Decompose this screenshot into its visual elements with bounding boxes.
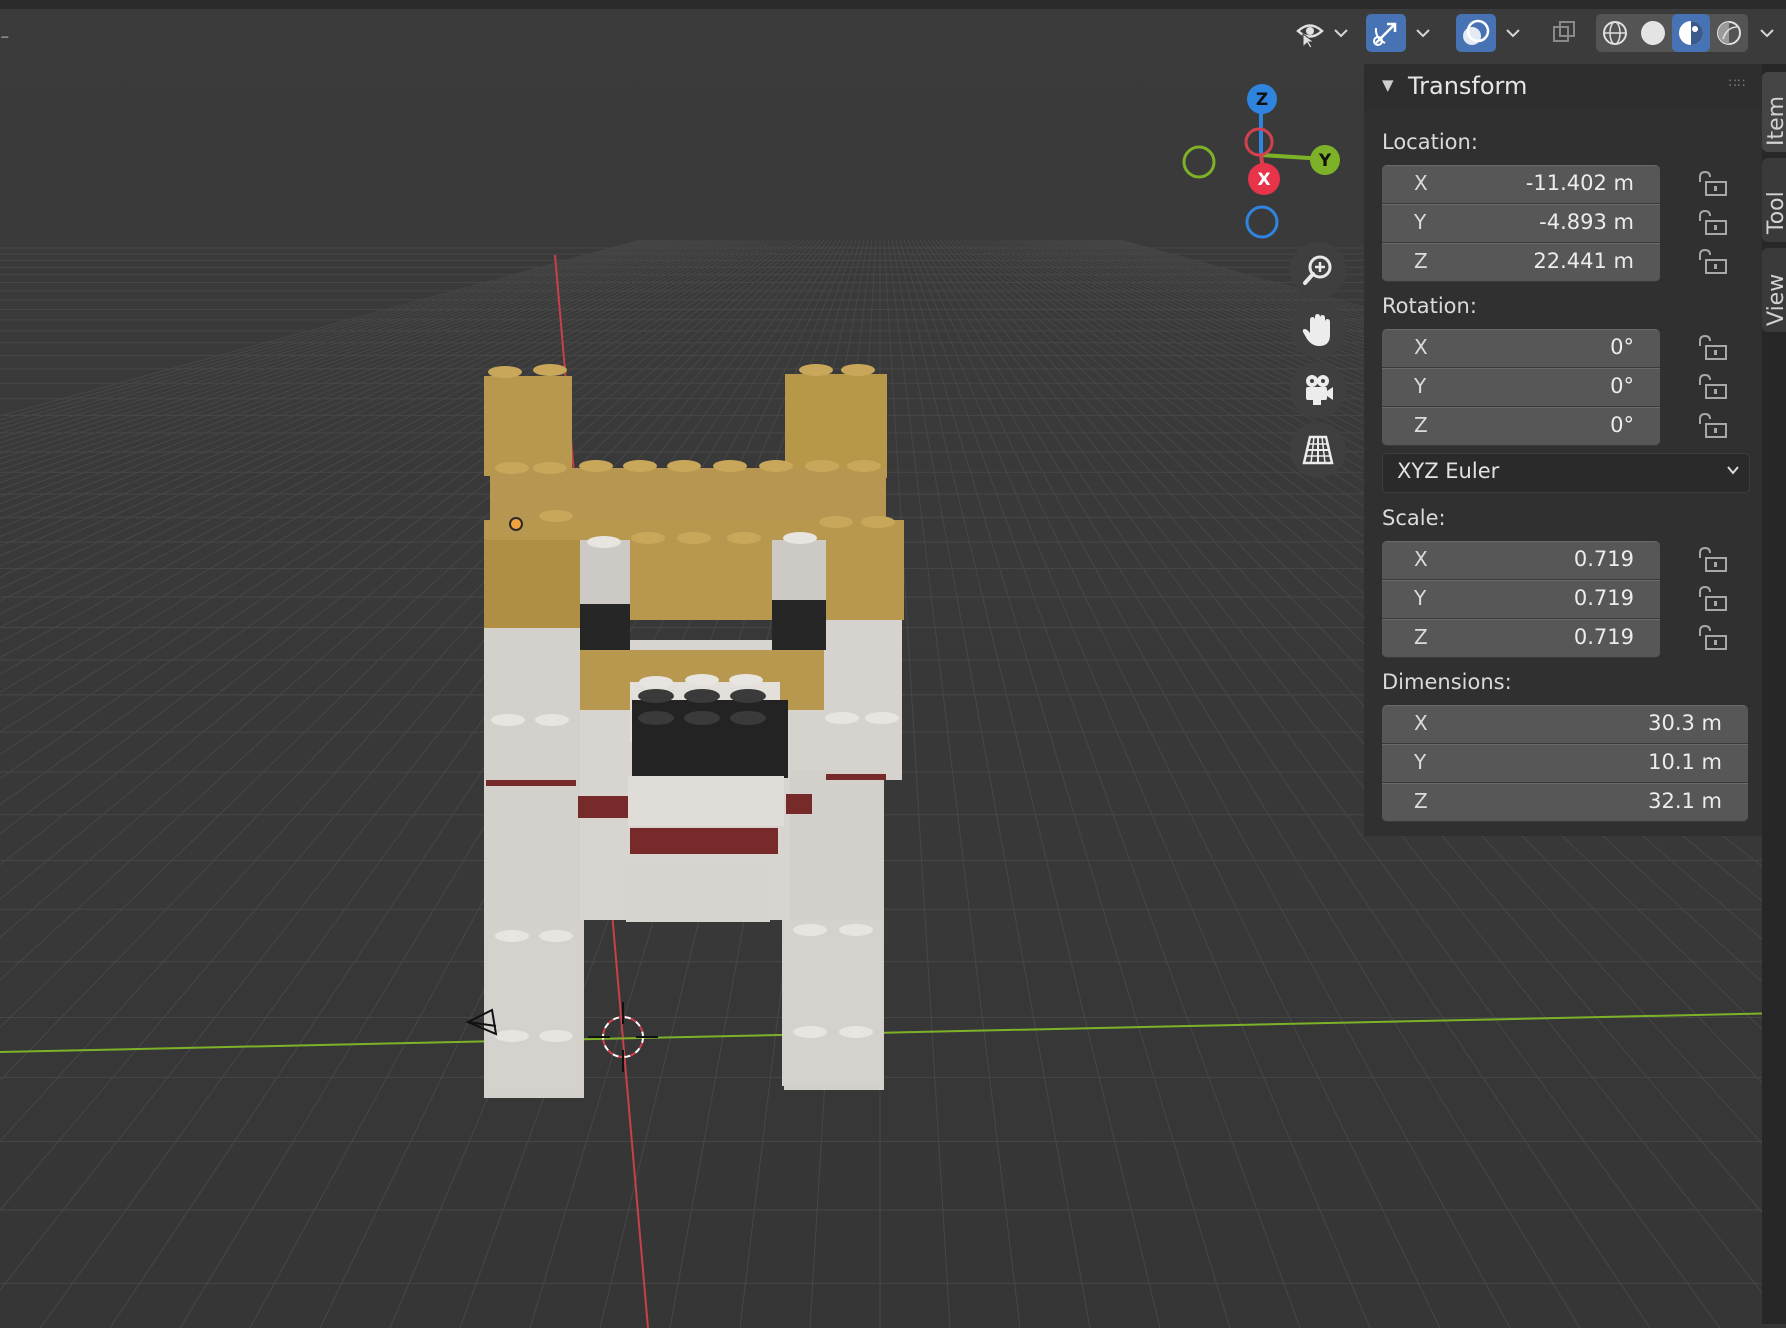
- field-value: 0°: [1610, 374, 1634, 398]
- axis-label: X: [1414, 171, 1428, 195]
- tab-item[interactable]: Item: [1762, 72, 1786, 152]
- lock-location-x-icon[interactable]: [1696, 170, 1730, 198]
- overlays-icon[interactable]: [1456, 14, 1496, 52]
- transform-panel: ▼ Transform ∷∷ Location: X -11.402 m Y -4.…: [1364, 64, 1762, 836]
- chevron-down-icon[interactable]: [1326, 14, 1356, 52]
- tool-settings-toggle-icon[interactable]: ⁻: [0, 30, 10, 51]
- field-value: 30.3 m: [1648, 711, 1722, 735]
- chevron-down-icon[interactable]: [1408, 14, 1438, 52]
- xray-icon[interactable]: [1544, 14, 1584, 52]
- lock-rotation-z-icon[interactable]: [1696, 412, 1730, 440]
- panel-title: Transform: [1408, 72, 1528, 100]
- zoom-icon[interactable]: [1290, 242, 1346, 298]
- field-value: -4.893 m: [1539, 210, 1634, 234]
- tab-label: View: [1764, 273, 1786, 326]
- scale-label: Scale:: [1382, 506, 1446, 530]
- axis-label: Y: [1414, 586, 1427, 610]
- dimensions-label: Dimensions:: [1382, 670, 1512, 694]
- location-x-field[interactable]: X -11.402 m: [1382, 165, 1660, 204]
- rotation-label: Rotation:: [1382, 294, 1477, 318]
- solid-shading-icon[interactable]: [1634, 14, 1672, 52]
- lock-location-z-icon[interactable]: [1696, 248, 1730, 276]
- transform-panel-header[interactable]: ▼ Transform ∷∷: [1364, 64, 1762, 110]
- axis-label: X: [1414, 547, 1428, 571]
- rotation-x-field[interactable]: X 0°: [1382, 329, 1660, 368]
- field-value: 0°: [1610, 335, 1634, 359]
- scale-x-field[interactable]: X 0.719: [1382, 541, 1660, 580]
- axis-label: Z: [1414, 249, 1428, 273]
- wireframe-shading-icon[interactable]: [1596, 14, 1634, 52]
- rendered-shading-icon[interactable]: [1710, 14, 1748, 52]
- lock-rotation-x-icon[interactable]: [1696, 334, 1730, 362]
- top-header-strip: [0, 0, 1786, 9]
- field-value: -11.402 m: [1525, 171, 1634, 195]
- lock-scale-z-icon[interactable]: [1696, 624, 1730, 652]
- field-value: 0.719: [1573, 625, 1634, 649]
- tab-view[interactable]: View: [1762, 248, 1786, 332]
- collapse-triangle-icon[interactable]: ▼: [1382, 76, 1394, 94]
- object-origin-dot: [509, 517, 523, 531]
- tab-label: Item: [1764, 95, 1786, 146]
- axis-label: Z: [1414, 789, 1428, 813]
- field-value: 0.719: [1573, 586, 1634, 610]
- rotation-y-field[interactable]: Y 0°: [1382, 368, 1660, 407]
- chevron-down-icon[interactable]: [1752, 14, 1782, 52]
- dimensions-x-field[interactable]: X 30.3 m: [1382, 705, 1748, 744]
- material-preview-icon[interactable]: [1672, 14, 1710, 52]
- blender-3d-viewport-window: Z Y X ⁻ ▼ Transform ∷∷ Location: X -11.4…: [0, 0, 1786, 1328]
- axis-label: X: [1414, 711, 1428, 735]
- drag-grip-icon[interactable]: ∷∷: [1729, 76, 1746, 90]
- dimensions-y-field[interactable]: Y 10.1 m: [1382, 744, 1748, 783]
- axis-label: Z: [1414, 625, 1428, 649]
- grid-perspective-icon[interactable]: [1290, 422, 1346, 478]
- tab-tool[interactable]: Tool: [1762, 158, 1786, 242]
- field-value: 0°: [1610, 413, 1634, 437]
- lock-scale-x-icon[interactable]: [1696, 546, 1730, 574]
- chevron-down-icon[interactable]: [1498, 14, 1528, 52]
- gizmo-icon[interactable]: [1366, 14, 1406, 52]
- gizmo-x-label: X: [1257, 170, 1270, 190]
- rotation-mode-dropdown[interactable]: XYZ Euler: [1382, 453, 1750, 493]
- camera-icon[interactable]: [1290, 362, 1346, 418]
- chevron-down-icon: [1725, 462, 1741, 482]
- gizmo-y-label: Y: [1318, 151, 1332, 171]
- pan-hand-icon[interactable]: [1290, 302, 1346, 358]
- axis-label: Y: [1414, 374, 1427, 398]
- sidebar-tabs: Item Tool View: [1762, 64, 1786, 1324]
- location-label: Location:: [1382, 130, 1478, 154]
- rotation-mode-value: XYZ Euler: [1397, 459, 1500, 483]
- scale-y-field[interactable]: Y 0.719: [1382, 580, 1660, 619]
- axis-label: Z: [1414, 413, 1428, 437]
- gizmo-z-label: Z: [1256, 90, 1268, 110]
- field-value: 10.1 m: [1648, 750, 1722, 774]
- lock-scale-y-icon[interactable]: [1696, 585, 1730, 613]
- scale-z-field[interactable]: Z 0.719: [1382, 619, 1660, 658]
- axis-label: Y: [1414, 210, 1427, 234]
- field-value: 32.1 m: [1648, 789, 1722, 813]
- field-value: 0.719: [1573, 547, 1634, 571]
- axis-label: X: [1414, 335, 1428, 359]
- axis-label: Y: [1414, 750, 1427, 774]
- location-y-field[interactable]: Y -4.893 m: [1382, 204, 1660, 243]
- lock-location-y-icon[interactable]: [1696, 209, 1730, 237]
- rotation-z-field[interactable]: Z 0°: [1382, 407, 1660, 446]
- location-z-field[interactable]: Z 22.441 m: [1382, 243, 1660, 282]
- field-value: 22.441 m: [1533, 249, 1634, 273]
- lock-rotation-y-icon[interactable]: [1696, 373, 1730, 401]
- tab-label: Tool: [1764, 191, 1786, 234]
- dimensions-z-field[interactable]: Z 32.1 m: [1382, 783, 1748, 822]
